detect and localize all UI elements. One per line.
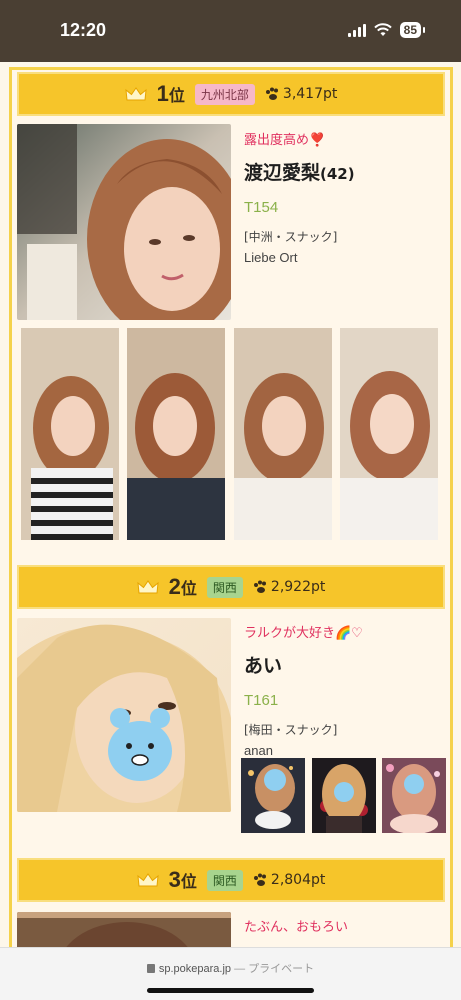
- cast-height: T161: [244, 692, 279, 709]
- profile-info-3: たぶん、おもろい: [244, 916, 348, 935]
- points: 2,804pt: [253, 872, 325, 888]
- area-badge: 九州北部: [194, 83, 255, 105]
- rank-header-2: 2位 関西 2,922pt: [17, 565, 445, 609]
- cast-name[interactable]: あい: [244, 651, 363, 678]
- paw-icon: [253, 580, 266, 593]
- paw-icon: [265, 87, 278, 100]
- ranking-page: 1位 九州北部 3,417pt 露出度高め❣️ 渡辺愛梨(42) T154 [中…: [0, 62, 461, 947]
- url-display[interactable]: sp.pokepara.jp — プライベート: [0, 960, 461, 976]
- points: 2,922pt: [253, 579, 325, 595]
- gallery-photo[interactable]: [21, 328, 119, 540]
- ranking-list: 1位 九州北部 3,417pt 露出度高め❣️ 渡辺愛梨(42) T154 [中…: [9, 67, 453, 947]
- gallery-photo[interactable]: [241, 758, 305, 833]
- rank-label: 2位: [168, 574, 197, 599]
- shop-name[interactable]: anan: [244, 743, 363, 758]
- gallery-photo[interactable]: [382, 758, 446, 833]
- cellular-signal-icon: [347, 23, 366, 37]
- tagline: ラルクが大好き🌈♡: [244, 626, 363, 641]
- rank-label: 3位: [168, 867, 197, 892]
- gallery-photo[interactable]: [127, 328, 225, 540]
- profile-photo-main[interactable]: [17, 618, 231, 812]
- rank-header-3: 3位 関西 2,804pt: [17, 858, 445, 902]
- status-time: 12:20: [60, 20, 107, 40]
- battery-indicator: 85: [399, 22, 426, 38]
- tagline: 露出度高め❣️: [244, 133, 326, 148]
- wifi-icon: [373, 23, 392, 36]
- tagline: たぶん、おもろい: [244, 920, 349, 935]
- cast-height: T154: [244, 199, 279, 216]
- cast-name[interactable]: 渡辺愛梨(42): [244, 158, 355, 185]
- profile-info-1: 露出度高め❣️ 渡辺愛梨(42) T154 [中洲・スナック] Liebe Or…: [244, 129, 355, 265]
- area-badge: 関西: [206, 869, 243, 891]
- crown-icon: [137, 873, 159, 887]
- status-icons: 85: [347, 22, 426, 38]
- status-bar: 12:20 85: [0, 0, 461, 62]
- rank-label: 1位: [156, 81, 185, 106]
- shop-area: [中洲・スナック]: [244, 230, 338, 244]
- paw-icon: [253, 873, 266, 886]
- gallery-photo[interactable]: [340, 328, 438, 540]
- shop-name[interactable]: Liebe Ort: [244, 250, 355, 265]
- shop-area: [梅田・スナック]: [244, 723, 338, 737]
- profile-photo-main[interactable]: [17, 124, 231, 320]
- points: 3,417pt: [265, 86, 337, 102]
- gallery-photo[interactable]: [312, 758, 376, 833]
- gallery-photo[interactable]: [234, 328, 332, 540]
- profile-info-2: ラルクが大好き🌈♡ あい T161 [梅田・スナック] anan: [244, 622, 363, 758]
- browser-url-bar[interactable]: sp.pokepara.jp — プライベート: [0, 947, 461, 1000]
- crown-icon: [137, 580, 159, 594]
- lock-icon: [146, 964, 155, 973]
- rank-header-1: 1位 九州北部 3,417pt: [17, 72, 445, 116]
- profile-photo-main[interactable]: [17, 912, 231, 947]
- home-indicator[interactable]: [147, 988, 314, 993]
- area-badge: 関西: [206, 576, 243, 598]
- crown-icon: [125, 87, 147, 101]
